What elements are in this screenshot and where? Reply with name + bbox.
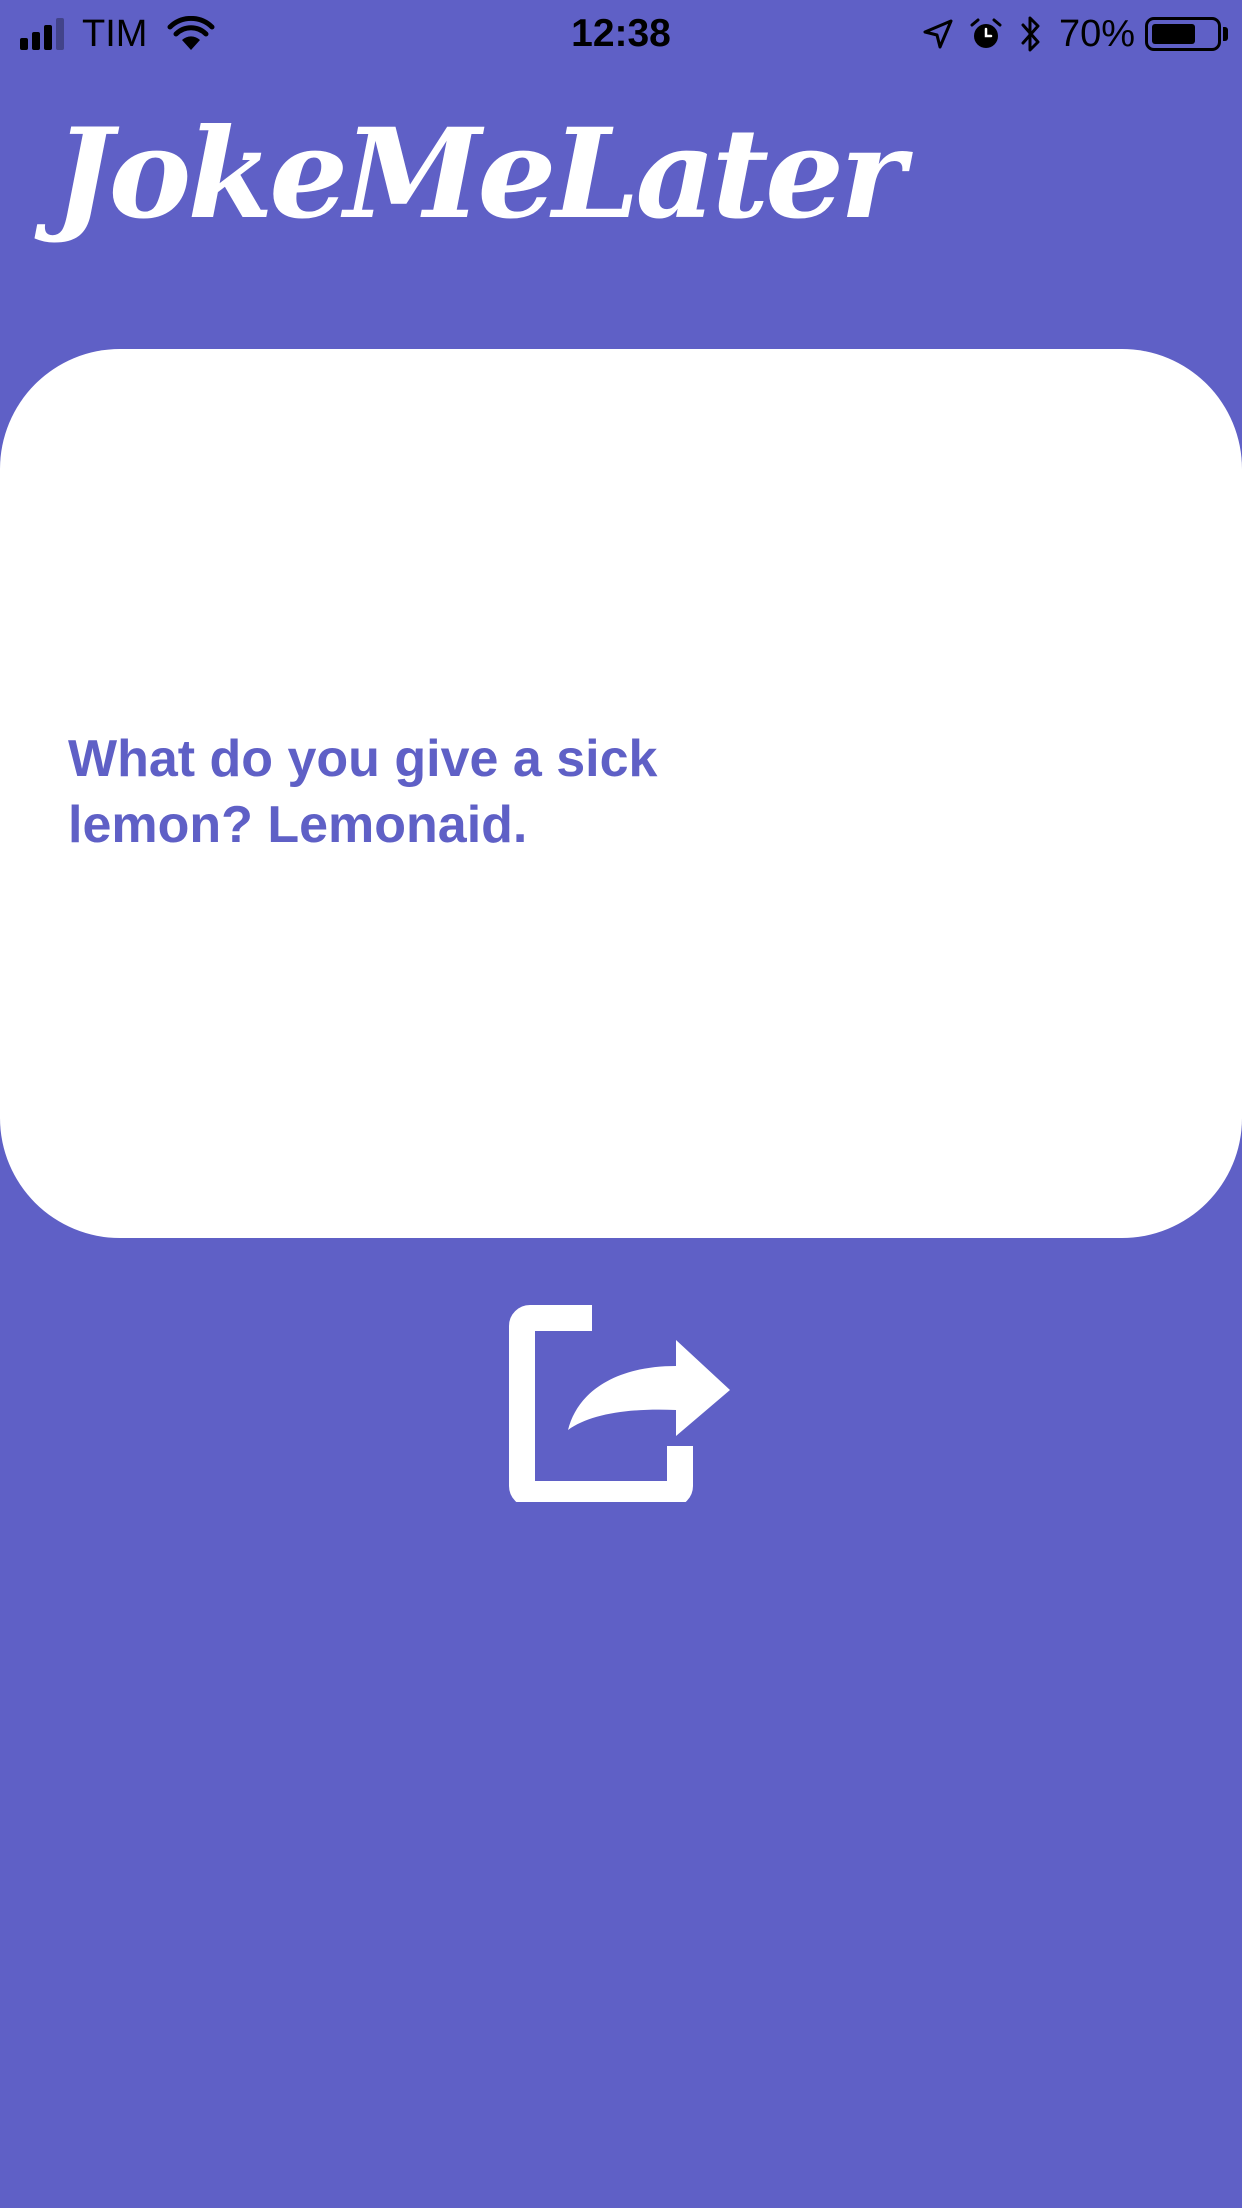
share-button[interactable] xyxy=(508,1302,736,1507)
joke-text: What do you give a sick lemon? Lemonaid. xyxy=(68,730,658,854)
app-title: JokeMeLater xyxy=(54,102,905,247)
share-icon xyxy=(509,1305,730,1507)
battery-icon xyxy=(1145,17,1221,51)
battery-cap xyxy=(1223,27,1228,41)
alarm-icon xyxy=(970,18,1002,48)
battery-level xyxy=(1152,24,1195,44)
location-arrow-icon xyxy=(923,19,953,49)
battery-percent: 70% xyxy=(1058,12,1135,55)
status-bar: TIM 12:38 70% xyxy=(0,0,1242,68)
bluetooth-icon xyxy=(1021,16,1040,52)
status-right: 70% xyxy=(923,8,1228,60)
